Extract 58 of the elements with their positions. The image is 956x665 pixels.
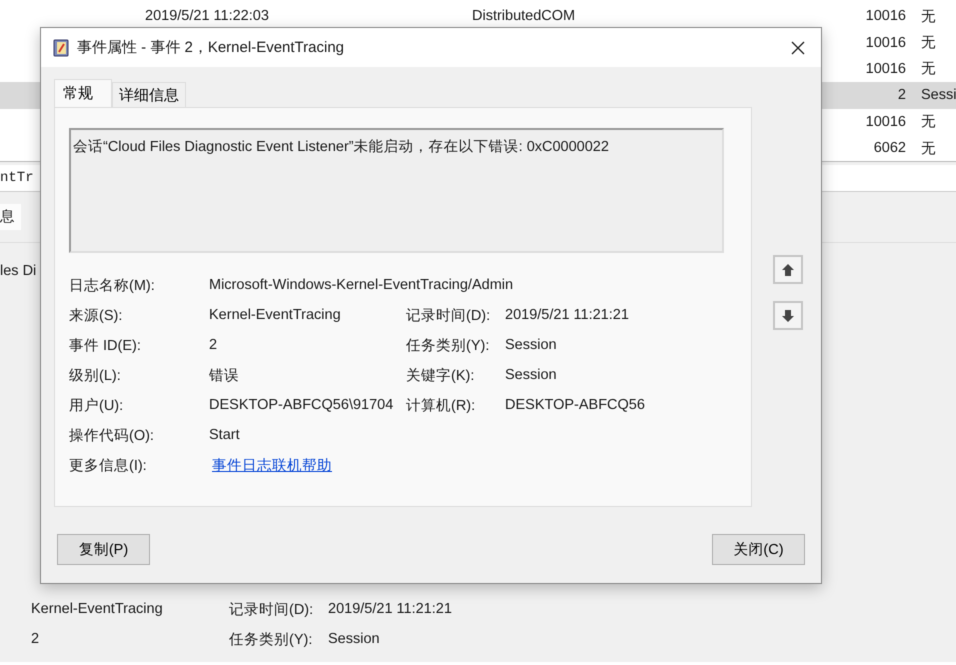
preview-message: les Di [0,263,36,280]
field-label: 计算机(R): [406,396,476,414]
field-label: 用户(U): [69,396,124,414]
field-value: 2 [209,337,218,353]
field-value: Kernel-EventTracing [31,601,164,618]
preview-tab[interactable]: 息 [0,204,21,230]
next-button[interactable] [773,301,803,330]
field-label: 操作代码(O): [69,426,155,444]
field-value: 2019/5/21 11:21:21 [505,307,630,323]
field-label: 记录时间(D): [406,306,492,324]
field-label: 记录时间(D): [229,600,314,619]
up-arrow-icon [781,262,795,276]
field-label: 关键字(K): [406,366,476,384]
table-cell: 6062 [874,140,906,156]
preview-title: ntTr [0,170,34,186]
field-value: Kernel-EventTracing [209,307,342,323]
previous-button[interactable] [773,255,803,284]
field-value: Start [209,427,240,443]
tab[interactable]: 详细信息 [112,82,186,107]
table-cell: 无 [921,35,936,52]
table-cell: 无 [921,114,936,130]
field-label: 任务类别(Y): [229,630,314,649]
table-cell: 10016 [866,34,906,51]
field-label: 任务类别(Y): [406,336,490,354]
message-text: 会话“Cloud Files Diagnostic Event Listener”未能启动，存在以下错误: 0xC0000022 [73,139,609,155]
table-cell: 2019/5/21 11:22:03 [145,8,269,24]
table-cell: 无 [921,61,936,78]
table-cell: 无 [921,8,936,25]
log-book-icon [53,38,69,56]
window-title: 事件属性 - 事件 2，Kernel-EventTracing [77,38,346,57]
field-value: 2019/5/21 11:21:21 [328,601,453,618]
table-cell: 无 [921,140,936,157]
field-value: DESKTOP-ABFCQ56\91704 [209,397,394,413]
field-value: Microsoft-Windows-Kernel-EventTracing/Admin [209,277,514,293]
field-value: 2 [31,631,40,648]
field-value: Session [505,367,558,383]
field-label: 日志名称(M): [69,276,156,294]
copy-button[interactable]: 复制(P) [57,534,150,565]
tab[interactable]: 常规 [54,79,112,107]
event-row[interactable]: 2019/5/21 11:22:03 DistributedCOM 10016 无 [0,3,956,30]
table-cell: 2 [898,87,906,104]
field-value: Session [328,631,381,648]
field-label: 更多信息(I): [69,456,148,474]
table-cell: Sessi [921,87,956,104]
table-cell: 10016 [866,60,906,77]
field-value: 错误 [209,366,240,384]
field-label: 事件 ID(E): [69,336,142,354]
close-dialog-button[interactable]: 关闭(C) [712,534,805,565]
table-cell: 10016 [866,8,906,24]
table-cell: 10016 [866,114,906,130]
table-cell: DistributedCOM [472,8,576,24]
close-icon [791,40,805,54]
field-label: 来源(S): [69,306,124,324]
down-arrow-icon [781,308,795,322]
help-link[interactable]: 事件日志联机帮助 [212,458,332,474]
field-value: DESKTOP-ABFCQ56 [505,397,646,413]
field-label: 级别(L): [69,366,122,384]
field-value: Session [505,337,558,353]
